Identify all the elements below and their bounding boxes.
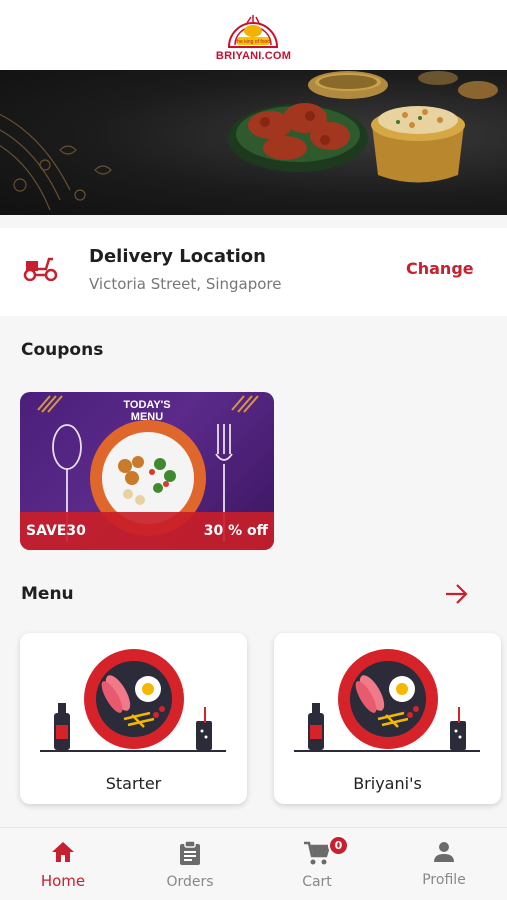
- app-header: the king of food BRIYANI.COM: [0, 0, 507, 70]
- cart-count-badge: 0: [328, 835, 349, 856]
- home-icon: [52, 842, 74, 862]
- nav-cart[interactable]: 0 Cart: [254, 828, 380, 900]
- cart-icon: [304, 841, 331, 865]
- scooter-icon: [23, 257, 58, 281]
- svg-text:the king of food: the king of food: [236, 39, 270, 45]
- coupon-discount: 30 % off: [203, 523, 268, 539]
- nav-orders-label: Orders: [166, 874, 214, 890]
- nav-profile-label: Profile: [422, 872, 466, 888]
- menu-card-briyanis[interactable]: Briyani's: [274, 633, 501, 804]
- coupons-section-title: Coupons: [21, 340, 104, 360]
- menu-card-starter[interactable]: Starter: [20, 633, 247, 804]
- nav-orders[interactable]: Orders: [127, 828, 253, 900]
- menu-item-label: Briyani's: [353, 774, 422, 793]
- food-banner-image: [0, 71, 498, 211]
- logo-mark-icon: the king of food: [228, 14, 279, 48]
- change-location-button[interactable]: Change: [406, 259, 474, 278]
- dish-illustration-icon: [294, 649, 480, 752]
- bottom-navigation: Home Orders 0 Cart Profile: [0, 827, 507, 900]
- dish-illustration-icon: [40, 649, 226, 752]
- coupon-code: SAVE30: [26, 523, 86, 539]
- coupon-card[interactable]: TODAY'S MENU SAVE30 30 % off: [20, 392, 274, 550]
- coupon-info-bar: SAVE30 30 % off: [20, 512, 274, 550]
- nav-profile[interactable]: Profile: [381, 828, 507, 900]
- svg-text:TODAY'S: TODAY'S: [123, 399, 170, 411]
- nav-home-label: Home: [40, 872, 86, 890]
- delivery-location-card: Delivery Location Victoria Street, Singa…: [0, 228, 507, 316]
- delivery-address: Victoria Street, Singapore: [89, 275, 282, 293]
- arrow-right-icon[interactable]: [444, 583, 470, 605]
- brand-logo: the king of food BRIYANI.COM: [216, 9, 291, 62]
- nav-home[interactable]: Home: [0, 828, 126, 900]
- clipboard-icon: [180, 840, 200, 865]
- delivery-title: Delivery Location: [89, 246, 266, 267]
- person-icon: [434, 842, 454, 862]
- menu-section-title: Menu: [21, 584, 74, 604]
- svg-text:MENU: MENU: [131, 411, 163, 423]
- nav-cart-label: Cart: [302, 874, 332, 890]
- brand-name: BRIYANI.COM: [215, 49, 292, 62]
- hero-banner: [0, 70, 507, 215]
- menu-item-label: Starter: [105, 774, 162, 793]
